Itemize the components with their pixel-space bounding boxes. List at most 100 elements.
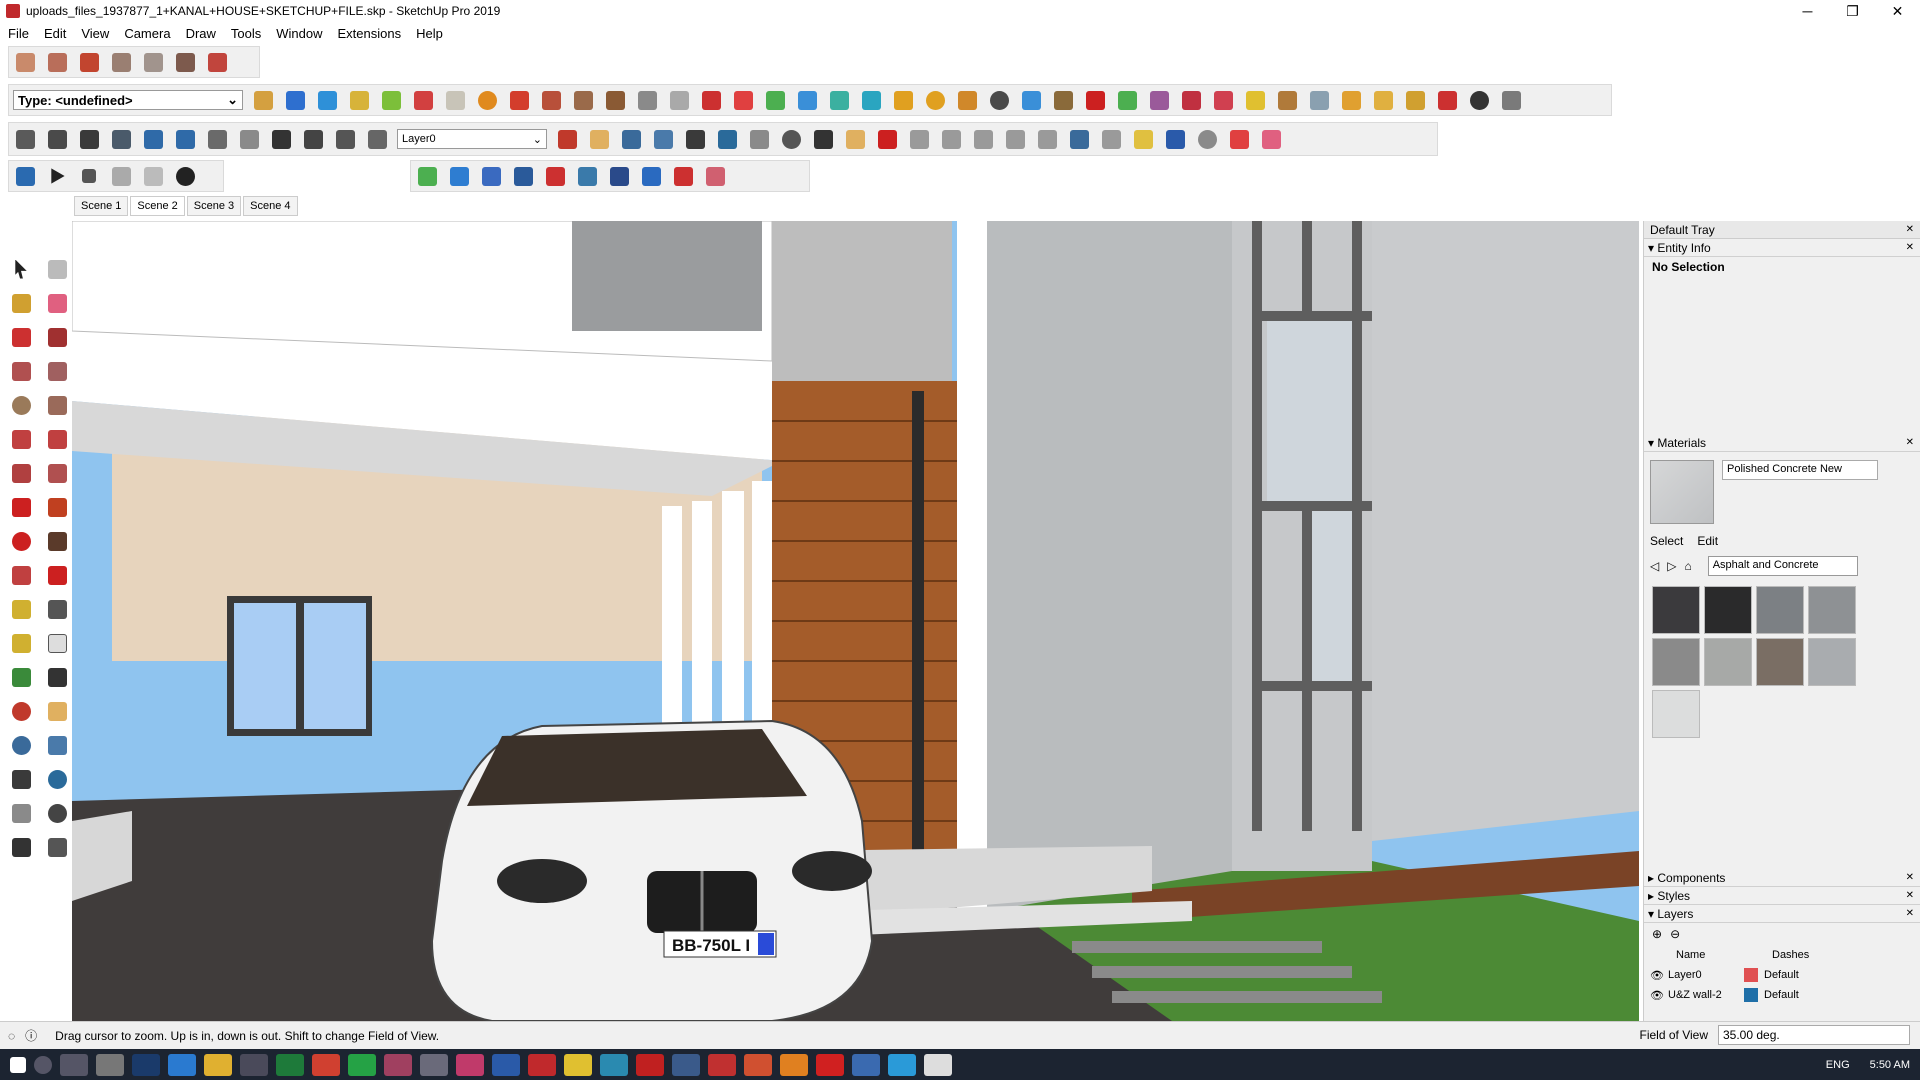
monochrome-icon[interactable] [236, 126, 262, 152]
shape-j-icon[interactable] [1194, 126, 1220, 152]
back-edges-icon[interactable] [108, 126, 134, 152]
menu-view[interactable]: View [81, 26, 109, 41]
language-indicator[interactable]: ENG [1826, 1059, 1850, 1071]
menu-camera[interactable]: Camera [124, 26, 170, 41]
orbit-icon[interactable] [554, 126, 580, 152]
tray-close-icon[interactable]: ✕ [1906, 224, 1914, 235]
scale-x-icon[interactable] [794, 87, 820, 113]
walk-tool-icon[interactable] [8, 834, 34, 860]
axes-icon[interactable] [8, 664, 34, 690]
whatsapp-icon[interactable] [348, 1053, 376, 1076]
components-header[interactable]: ▸ Components ✕ [1644, 869, 1920, 887]
redo-arc-icon[interactable] [638, 163, 664, 189]
3d-viewport[interactable]: BB-750L I [72, 221, 1639, 1021]
shape-f-icon[interactable] [1066, 126, 1092, 152]
right-view-icon[interactable] [108, 49, 134, 75]
rectangle-icon[interactable] [8, 358, 34, 384]
scatter-icon[interactable] [1434, 87, 1460, 113]
stamp-icon[interactable] [314, 87, 340, 113]
array-icon[interactable] [1498, 87, 1524, 113]
fov-value-field[interactable]: 35.00 deg. [1718, 1025, 1910, 1045]
telegram-icon[interactable] [888, 1053, 916, 1076]
arc-dots-icon[interactable] [1466, 87, 1492, 113]
hook-icon[interactable] [922, 87, 948, 113]
word-icon[interactable] [492, 1053, 520, 1076]
left-view-icon[interactable] [172, 49, 198, 75]
line-icon[interactable] [8, 324, 34, 350]
component-tree-icon[interactable] [1114, 87, 1140, 113]
menu-draw[interactable]: Draw [186, 26, 216, 41]
close-icon[interactable]: ✕ [1906, 908, 1914, 919]
add-detail-icon[interactable] [410, 87, 436, 113]
materials-header[interactable]: ▾ Materials ✕ [1644, 434, 1920, 452]
pan-icon[interactable] [586, 126, 612, 152]
add-green-icon[interactable] [762, 87, 788, 113]
curve-icon[interactable] [666, 87, 692, 113]
play-icon[interactable] [44, 163, 70, 189]
shape-i-icon[interactable] [1162, 126, 1188, 152]
section-cut-icon[interactable] [538, 87, 564, 113]
app-icon[interactable] [384, 1053, 412, 1076]
back-view-icon[interactable] [140, 49, 166, 75]
subtract-icon[interactable] [510, 163, 536, 189]
arc-icon[interactable] [8, 426, 34, 452]
close-button[interactable]: ✕ [1875, 0, 1920, 22]
material-preview-swatch[interactable] [1650, 460, 1714, 524]
close-icon[interactable]: ✕ [1906, 242, 1914, 253]
close-icon[interactable]: ✕ [1906, 437, 1914, 448]
layer-row[interactable]: 👁 Layer0 Default [1644, 965, 1920, 985]
tile-icon[interactable] [1338, 87, 1364, 113]
section-fill-icon[interactable] [570, 87, 596, 113]
material-name-field[interactable]: Polished Concrete New [1722, 460, 1878, 480]
pipe-icon[interactable] [634, 87, 660, 113]
app-icon[interactable] [852, 1053, 880, 1076]
joint-icon[interactable] [1178, 87, 1204, 113]
bezier-icon[interactable] [698, 87, 724, 113]
drape-icon[interactable] [346, 87, 372, 113]
material-swatch[interactable] [1704, 638, 1752, 686]
freehand-icon[interactable] [44, 324, 70, 350]
maximize-button[interactable]: ❐ [1830, 0, 1875, 22]
3d-text-icon[interactable] [44, 664, 70, 690]
menu-window[interactable]: Window [276, 26, 322, 41]
geo-location-icon[interactable]: ◌ [8, 1029, 15, 1043]
cancel-export-icon[interactable] [140, 163, 166, 189]
zoom-icon[interactable] [618, 126, 644, 152]
material-swatch[interactable] [1652, 690, 1700, 738]
forward-arrow-icon[interactable]: ▷ [1667, 559, 1676, 573]
polygon-icon[interactable] [44, 392, 70, 418]
tab-select[interactable]: Select [1650, 534, 1683, 548]
smoove-icon[interactable] [378, 87, 404, 113]
flip-edge-icon[interactable] [442, 87, 468, 113]
warning-icon[interactable] [890, 87, 916, 113]
flip-icon[interactable] [606, 163, 632, 189]
lasso-icon[interactable] [954, 87, 980, 113]
eraser-pink-icon[interactable] [1258, 126, 1284, 152]
menu-edit[interactable]: Edit [44, 26, 66, 41]
app-icon[interactable] [456, 1053, 484, 1076]
minimize-button[interactable]: ─ [1785, 0, 1830, 22]
material-swatch[interactable] [1756, 638, 1804, 686]
measure-red-icon[interactable] [1226, 126, 1252, 152]
house-outline-icon[interactable] [332, 126, 358, 152]
shaded-icon[interactable] [172, 126, 198, 152]
acrobat-icon[interactable] [636, 1053, 664, 1076]
sandbox-icon[interactable] [282, 87, 308, 113]
menu-file[interactable]: File [8, 26, 29, 41]
outer-shell-icon[interactable] [414, 163, 440, 189]
pie-icon[interactable] [44, 460, 70, 486]
position-camera-tool-icon[interactable] [8, 800, 34, 826]
section-plane-icon[interactable] [506, 87, 532, 113]
zoom-window-icon[interactable] [650, 126, 676, 152]
two-point-arc-icon[interactable] [44, 426, 70, 452]
house-open-icon[interactable] [300, 126, 326, 152]
loop-icon[interactable] [986, 87, 1012, 113]
entity-info-header[interactable]: ▾ Entity Info ✕ [1644, 239, 1920, 257]
material-swatch[interactable] [1808, 638, 1856, 686]
classifier-icon[interactable] [250, 87, 276, 113]
wireframe-icon[interactable] [140, 126, 166, 152]
calculator-icon[interactable] [96, 1053, 124, 1076]
grid-icon[interactable] [1306, 87, 1332, 113]
layer-row[interactable]: 👁 U&Z wall-2 Default [1644, 985, 1920, 1005]
gear-icon[interactable] [172, 163, 198, 189]
